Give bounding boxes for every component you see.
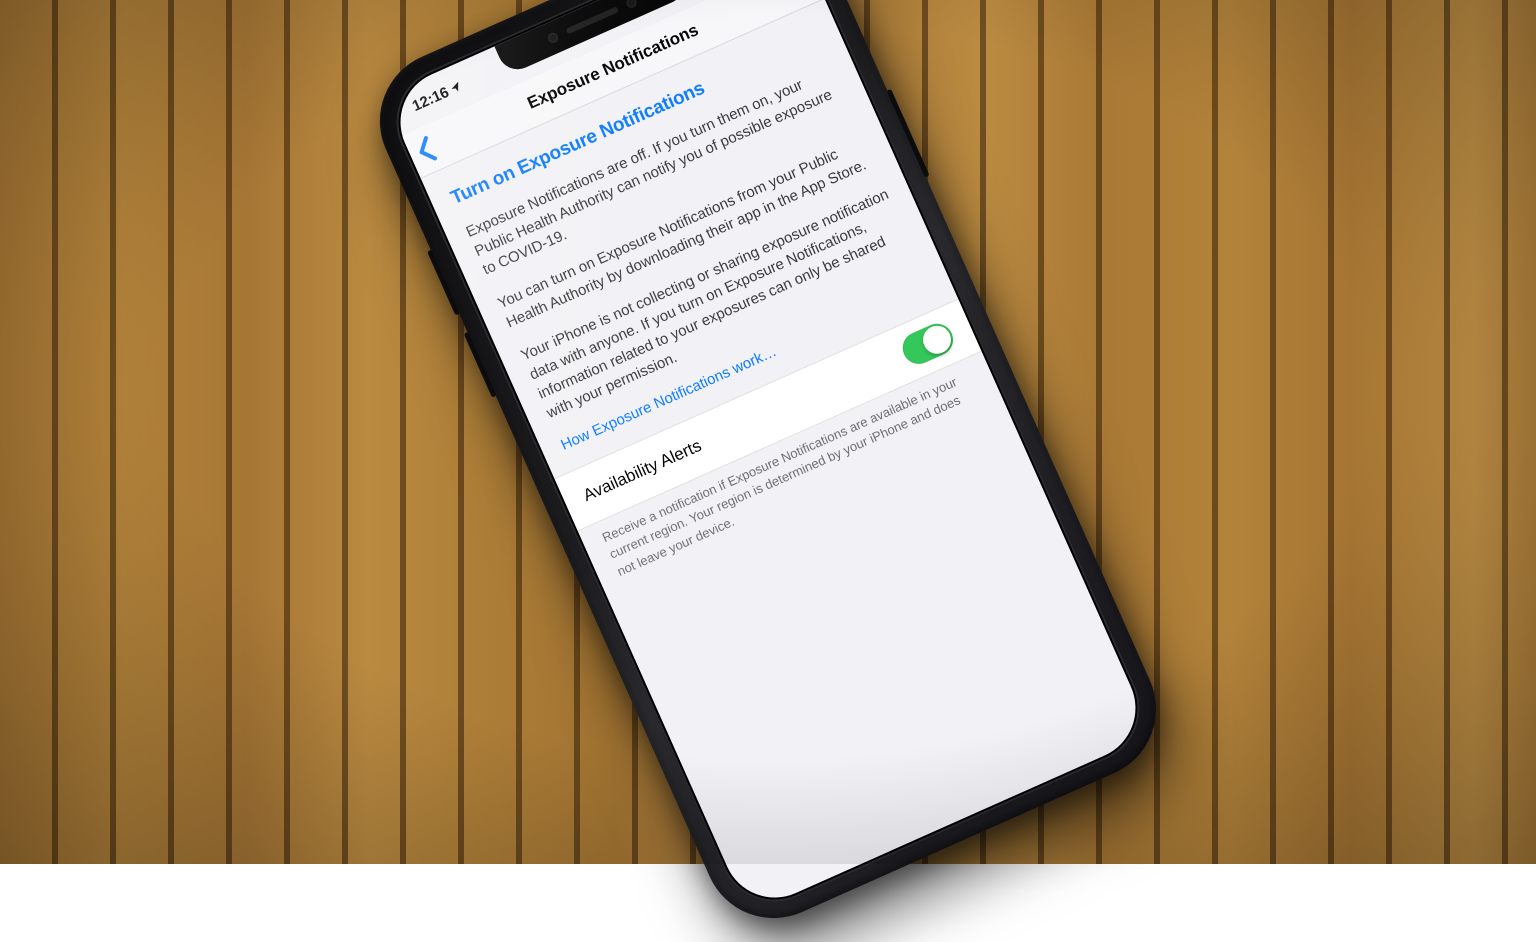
chevron-left-icon (413, 133, 441, 166)
location-arrow-icon (448, 79, 464, 95)
back-button[interactable] (409, 125, 444, 174)
toggle-knob (919, 321, 956, 358)
status-time: 12:16 (409, 83, 451, 114)
availability-alerts-toggle[interactable] (898, 319, 959, 369)
